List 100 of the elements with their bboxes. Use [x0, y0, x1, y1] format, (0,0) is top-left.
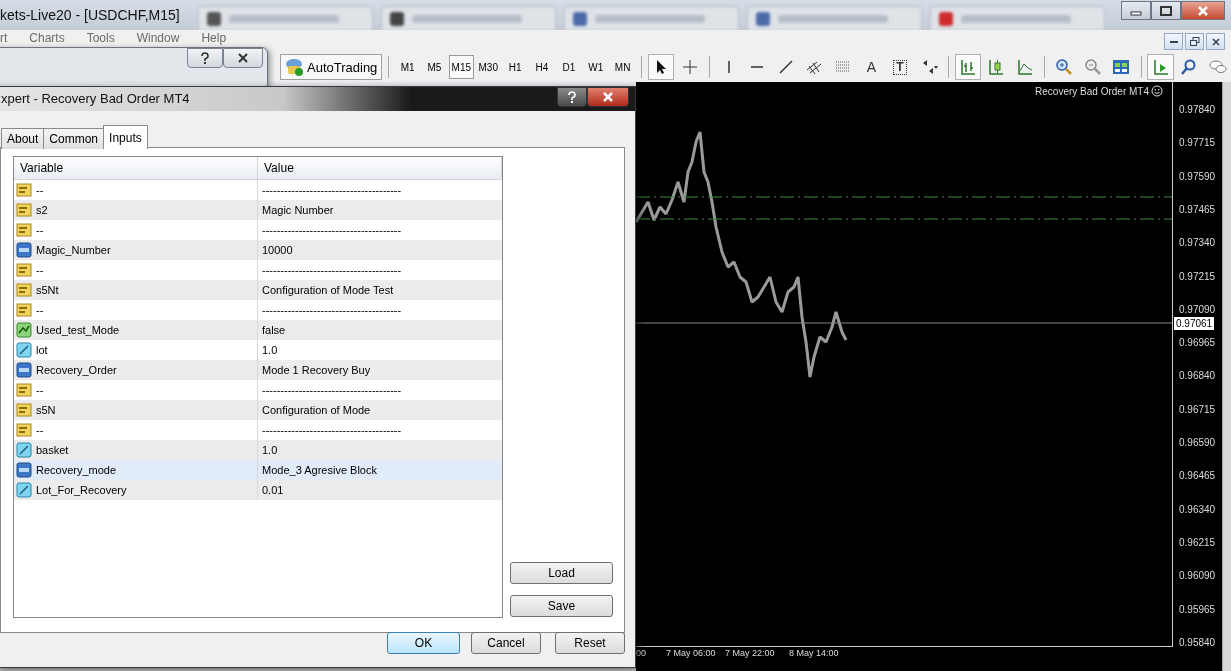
help-button[interactable]: [187, 48, 223, 68]
price-label: 0.97715: [1179, 137, 1216, 149]
help-icon: [567, 91, 577, 103]
close-icon: [602, 92, 614, 102]
close-button[interactable]: [1206, 33, 1225, 50]
help-button[interactable]: [557, 87, 587, 107]
minimize-icon: [1169, 40, 1178, 43]
table-row[interactable]: Recovery_mode Mode_3 Agresive Block: [14, 460, 502, 480]
browser-tab[interactable]: [746, 6, 922, 30]
price-label: 0.96215: [1179, 536, 1216, 548]
timeframe-button[interactable]: W1: [583, 55, 609, 79]
tab[interactable]: Inputs: [103, 125, 148, 149]
variable-value: --------------------------------------: [262, 224, 402, 236]
chart-title: Recovery Bad Order MT4: [1035, 85, 1149, 97]
text-type-icon: [16, 422, 32, 438]
browser-tab[interactable]: [563, 6, 739, 30]
close-icon: [237, 53, 249, 63]
variable-name: lot: [36, 344, 48, 356]
menu-item[interactable]: Help: [201, 31, 227, 45]
bar-chart-icon[interactable]: [954, 54, 982, 80]
variable-value: 0.01: [262, 484, 284, 496]
double-type-icon: [16, 342, 32, 358]
price-label: 0.96590: [1179, 437, 1216, 448]
menu-item[interactable]: Window: [136, 31, 180, 45]
table-row[interactable]: Lot_For_Recovery 0.01: [14, 480, 502, 500]
variable-name: Recovery_Order: [36, 364, 117, 376]
timeframe-button[interactable]: M15: [448, 55, 474, 79]
timeframe-button[interactable]: M30: [475, 55, 501, 79]
close-button[interactable]: [587, 87, 629, 107]
variable-name: --: [36, 304, 44, 316]
side-button[interactable]: Save: [510, 595, 613, 617]
price-label: 0.96090: [1179, 570, 1216, 582]
minimize-button[interactable]: [1164, 33, 1183, 50]
restore-icon: [1189, 37, 1200, 46]
close-icon: [1211, 37, 1220, 46]
variable-value: --------------------------------------: [262, 304, 402, 316]
menu-item[interactable]: rt: [0, 31, 8, 45]
table-row[interactable]: Used_test_Mode false: [14, 320, 502, 340]
tab[interactable]: About: [1, 128, 45, 149]
variable-value: Magic Number: [262, 204, 334, 216]
variable-name: Recovery_mode: [36, 464, 117, 476]
text-type-icon: [16, 382, 32, 398]
dialog-button[interactable]: Reset: [555, 632, 625, 654]
variable-name: basket: [36, 444, 69, 456]
timeframe-button[interactable]: H4: [529, 55, 555, 79]
text-label-button[interactable]: T: [886, 54, 914, 80]
variable-value: 1.0: [262, 444, 278, 456]
price-label: 0.96340: [1179, 503, 1216, 515]
price-label: 0.96465: [1179, 470, 1216, 482]
variable-name: --: [36, 424, 44, 436]
tab[interactable]: Common: [43, 128, 105, 149]
browser-tab[interactable]: [929, 6, 1105, 30]
cursor-icon[interactable]: [647, 54, 675, 80]
table-row[interactable]: basket 1.0: [14, 440, 502, 460]
side-button[interactable]: Load: [510, 562, 613, 584]
current-price-label: 0.97061: [1174, 317, 1215, 330]
maximize-button[interactable]: [1151, 1, 1181, 20]
browser-tab[interactable]: [380, 6, 556, 30]
variable-value: Mode_3 Agresive Block: [262, 464, 377, 476]
variable-value: Mode 1 Recovery Buy: [262, 364, 371, 376]
text-type-icon: [16, 262, 32, 278]
table-row[interactable]: Recovery_Order Mode 1 Recovery Buy: [14, 360, 502, 380]
close-button[interactable]: [223, 48, 263, 68]
timeframe-button[interactable]: MN: [610, 55, 636, 79]
variable-value: 10000: [262, 244, 293, 256]
price-label: 0.97090: [1179, 303, 1216, 315]
dialog-button[interactable]: OK: [387, 632, 460, 654]
timeframe-button[interactable]: H1: [502, 55, 528, 79]
text-type-icon: [16, 282, 32, 298]
text-tool-button[interactable]: A: [858, 54, 885, 80]
price-label: 0.96965: [1179, 337, 1216, 349]
integer-type-icon: [16, 242, 32, 258]
variable-name: --: [36, 264, 44, 276]
menu-item[interactable]: Tools: [86, 31, 115, 45]
table-row[interactable]: s2 Magic Number: [14, 200, 502, 220]
variable-name: Used_test_Mode: [36, 324, 120, 336]
timeframe-button[interactable]: M1: [395, 55, 421, 79]
time-label: 00: [636, 648, 646, 658]
table-row[interactable]: Magic_Number 10000: [14, 240, 502, 260]
timeframe-button[interactable]: D1: [556, 55, 582, 79]
variable-name: --: [36, 384, 44, 396]
text-type-icon: [16, 302, 32, 318]
table-row[interactable]: s5N Configuration of Mode: [14, 400, 502, 420]
integer-type-icon: [16, 462, 32, 478]
scrollbar[interactable]: [1222, 82, 1231, 671]
table-row[interactable]: s5Nt Configuration of Mode Test: [14, 280, 502, 300]
text-type-icon: [16, 202, 32, 218]
timeframe-button[interactable]: M5: [422, 55, 447, 79]
browser-tab[interactable]: [197, 6, 373, 30]
variable-value: Configuration of Mode Test: [262, 284, 394, 296]
dialog-button[interactable]: Cancel: [471, 632, 541, 654]
variable-value: false: [262, 324, 286, 336]
variable-value: 1.0: [262, 344, 278, 356]
column-header[interactable]: Value: [258, 157, 502, 179]
restore-button[interactable]: [1185, 33, 1204, 50]
menu-item[interactable]: Charts: [29, 31, 65, 45]
price-label: 0.96715: [1179, 403, 1216, 415]
autotrading-button[interactable]: AutoTrading: [280, 54, 383, 80]
column-header[interactable]: Variable: [14, 157, 258, 179]
text-type-icon: [16, 182, 32, 198]
